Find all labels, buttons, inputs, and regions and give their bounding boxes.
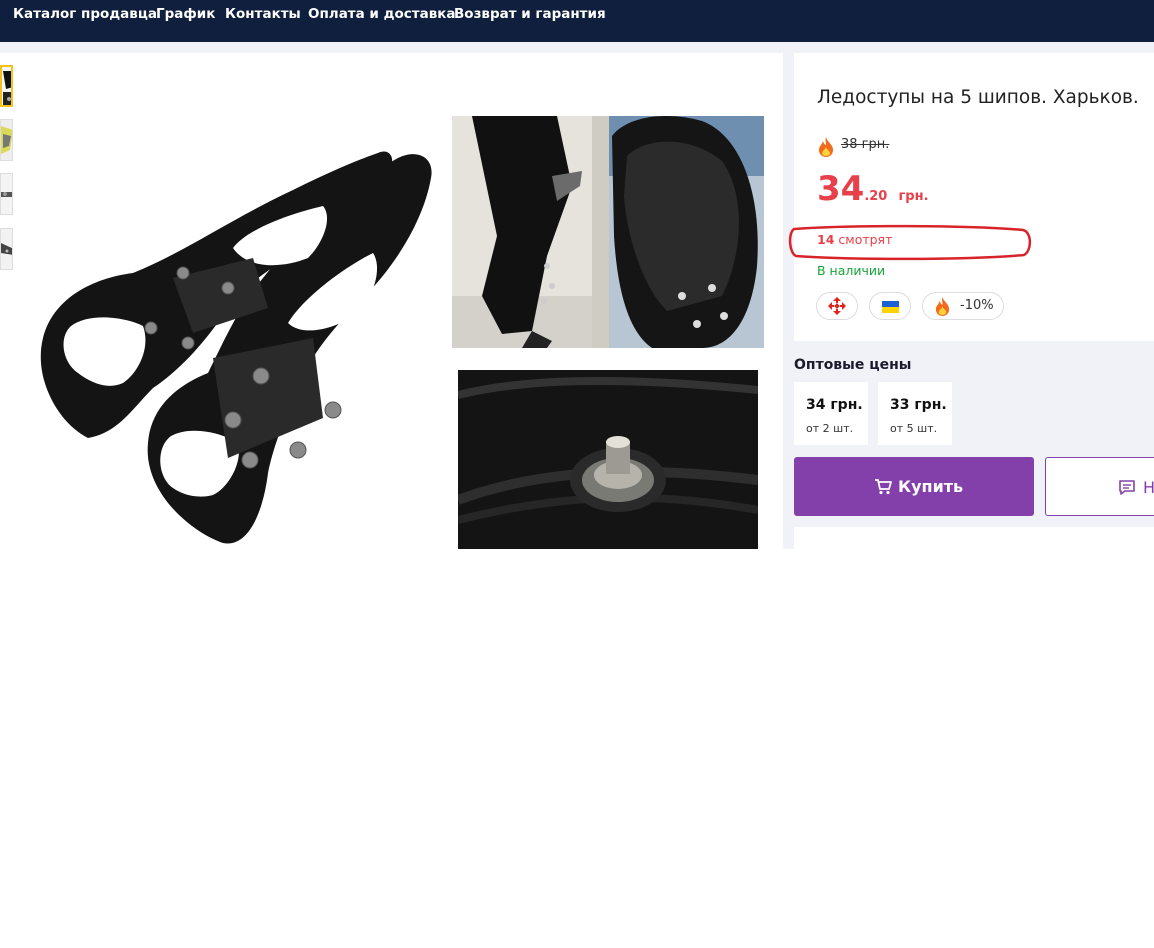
wholesale-tier: 33 грн. от 5 шт. [878, 382, 952, 445]
gallery-thumbnail[interactable] [0, 173, 13, 215]
delivery-badge[interactable] [816, 292, 858, 320]
nav-schedule[interactable]: График [156, 6, 215, 22]
nav-payment-delivery[interactable]: Оплата и доставка [308, 6, 456, 22]
wholesale-tier: 34 грн. от 2 шт. [794, 382, 868, 445]
price-integer: 34 [817, 169, 865, 209]
country-badge[interactable] [869, 292, 911, 320]
tier-quantity: от 2 шт. [806, 422, 854, 435]
chat-icon [1119, 480, 1135, 495]
spike-closeup-image [458, 370, 758, 549]
nav-contacts[interactable]: Контакты [225, 6, 301, 22]
viewers-number: 14 [817, 232, 835, 247]
discount-value: -10% [960, 298, 994, 313]
current-price: 34.20 грн. [817, 169, 929, 209]
buy-button-label: Купить [898, 477, 964, 496]
product-info-card: Ледоступы на 5 шипов. Харьков. 38 грн. 3… [788, 53, 1154, 341]
cart-icon [875, 479, 892, 495]
discount-badge[interactable]: -10% [922, 292, 1004, 320]
nova-poshta-icon [828, 297, 846, 315]
availability-status: В наличии [817, 263, 886, 278]
product-gallery [0, 53, 783, 549]
tier-price: 34 грн. [806, 397, 863, 413]
ice-cleats-image [40, 151, 432, 544]
viewers-label: смотрят [838, 232, 893, 247]
tier-quantity: от 5 шт. [890, 422, 938, 435]
product-title: Ледоступы на 5 шипов. Харьков. [817, 87, 1139, 108]
bottom-card [794, 527, 1154, 549]
buy-button[interactable]: Купить [794, 457, 1034, 516]
fire-icon [819, 137, 833, 157]
boot-on-cleat-image [452, 116, 764, 348]
nav-returns-warranty[interactable]: Возврат и гарантия [454, 6, 606, 22]
gallery-thumbnail[interactable] [0, 119, 13, 161]
old-price: 38 грн. [841, 137, 890, 152]
price-fraction: .20 [864, 189, 888, 204]
ukraine-flag-icon [882, 301, 899, 313]
message-seller-button[interactable]: Н [1045, 457, 1154, 516]
top-nav: Каталог продавца График Контакты Оплата … [0, 0, 1154, 42]
wholesale-title: Оптовые цены [794, 357, 912, 373]
message-button-label: Н [1143, 478, 1154, 497]
gallery-thumbnail[interactable] [0, 228, 13, 270]
viewers-count: 14 смотрят [817, 232, 892, 247]
nav-seller-catalog[interactable]: Каталог продавца [13, 6, 157, 22]
fire-icon [935, 297, 950, 316]
price-currency: грн. [898, 189, 929, 204]
tier-price: 33 грн. [890, 397, 947, 413]
gallery-thumbnail[interactable] [0, 65, 13, 107]
